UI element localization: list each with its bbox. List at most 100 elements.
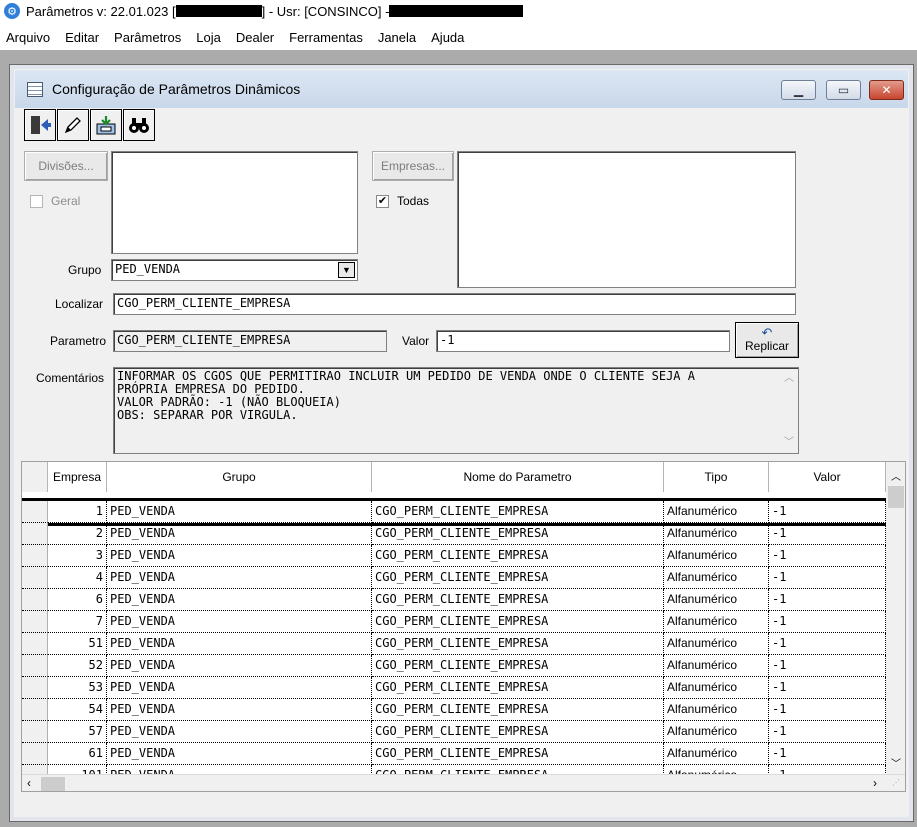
menu-dealer[interactable]: Dealer — [236, 29, 274, 46]
scroll-down-arrow-icon[interactable]: ﹀ — [891, 755, 901, 770]
cell-grupo[interactable]: PED_VENDA — [107, 567, 372, 589]
menu-parametros[interactable]: Parâmetros — [114, 29, 181, 46]
row-indicator[interactable] — [22, 655, 48, 677]
cell-empresa[interactable]: 3 — [48, 545, 107, 567]
cell-grupo[interactable]: PED_VENDA — [107, 523, 372, 545]
col-header-nome[interactable]: Nome do Parametro — [372, 462, 664, 492]
cell-valor[interactable]: -1 — [769, 677, 886, 699]
cell-grupo[interactable]: PED_VENDA — [107, 655, 372, 677]
cell-empresa[interactable]: 57 — [48, 721, 107, 743]
cell-tipo[interactable]: Alfanumérico — [664, 567, 769, 589]
close-button[interactable]: ✕ — [869, 80, 904, 100]
cell-nome[interactable]: CGO_PERM_CLIENTE_EMPRESA — [372, 633, 664, 655]
cell-valor[interactable]: -1 — [769, 545, 886, 567]
table-row[interactable]: 52 PED_VENDA CGO_PERM_CLIENTE_EMPRESA Alfan… — [22, 655, 886, 677]
vertical-scrollbar[interactable]: ︿ ﹀ — [886, 462, 905, 774]
minimize-button[interactable]: ▁ — [781, 80, 816, 100]
horizontal-scroll-thumb[interactable] — [41, 777, 65, 791]
cell-grupo[interactable]: PED_VENDA — [107, 721, 372, 743]
cell-empresa[interactable]: 61 — [48, 743, 107, 765]
cell-empresa[interactable]: 54 — [48, 699, 107, 721]
edit-button[interactable] — [57, 109, 89, 141]
cell-valor[interactable]: -1 — [769, 633, 886, 655]
cell-nome[interactable]: CGO_PERM_CLIENTE_EMPRESA — [372, 545, 664, 567]
scroll-up-arrow-icon[interactable]: ︿ — [891, 468, 901, 483]
row-indicator[interactable] — [22, 677, 48, 699]
table-row[interactable]: 2 PED_VENDA CGO_PERM_CLIENTE_EMPRESA Alfanu… — [22, 523, 886, 545]
col-header-tipo[interactable]: Tipo — [664, 462, 769, 492]
cell-tipo[interactable]: Alfanumérico — [664, 633, 769, 655]
cell-valor[interactable]: -1 — [769, 655, 886, 677]
empresas-button[interactable]: Empresas... — [372, 151, 454, 181]
cell-nome[interactable]: CGO_PERM_CLIENTE_EMPRESA — [372, 501, 664, 523]
menu-ferramentas[interactable]: Ferramentas — [289, 29, 363, 46]
cell-nome[interactable]: CGO_PERM_CLIENTE_EMPRESA — [372, 567, 664, 589]
cell-tipo[interactable]: Alfanumérico — [664, 611, 769, 633]
row-indicator[interactable] — [22, 545, 48, 567]
comentarios-textarea[interactable]: INFORMAR OS CGOS QUE PERMITIRÃO INCLUIR … — [113, 367, 799, 454]
cell-nome[interactable]: CGO_PERM_CLIENTE_EMPRESA — [372, 721, 664, 743]
cell-valor[interactable]: -1 — [769, 721, 886, 743]
cell-valor[interactable]: -1 — [769, 743, 886, 765]
cell-tipo[interactable]: Alfanumérico — [664, 721, 769, 743]
menu-editar[interactable]: Editar — [65, 29, 99, 46]
cell-tipo[interactable]: Alfanumérico — [664, 589, 769, 611]
cell-empresa[interactable]: 6 — [48, 589, 107, 611]
table-row[interactable]: 3 PED_VENDA CGO_PERM_CLIENTE_EMPRESA Alfanu… — [22, 545, 886, 567]
cell-empresa[interactable]: 2 — [48, 523, 107, 545]
cell-grupo[interactable]: PED_VENDA — [107, 501, 372, 523]
resize-grip-icon[interactable]: ⋰ — [892, 778, 900, 787]
table-row[interactable]: 4 PED_VENDA CGO_PERM_CLIENTE_EMPRESA Alfanu… — [22, 567, 886, 589]
cell-valor[interactable]: -1 — [769, 523, 886, 545]
localizar-input[interactable]: CGO_PERM_CLIENTE_EMPRESA — [113, 293, 796, 315]
cell-nome[interactable]: CGO_PERM_CLIENTE_EMPRESA — [372, 743, 664, 765]
cell-tipo[interactable]: Alfanumérico — [664, 677, 769, 699]
col-header-empresa[interactable]: Empresa — [48, 462, 107, 492]
cell-empresa[interactable]: 52 — [48, 655, 107, 677]
grupo-select[interactable]: PED_VENDA ▼ — [111, 259, 358, 281]
row-indicator[interactable] — [22, 501, 48, 523]
table-row[interactable]: 51 PED_VENDA CGO_PERM_CLIENTE_EMPRESA Alfan… — [22, 633, 886, 655]
vertical-scroll-thumb[interactable] — [888, 486, 904, 508]
cell-tipo[interactable]: Alfanumérico — [664, 523, 769, 545]
table-row[interactable]: 7 PED_VENDA CGO_PERM_CLIENTE_EMPRESA Alfanu… — [22, 611, 886, 633]
cell-grupo[interactable]: PED_VENDA — [107, 699, 372, 721]
child-title-bar[interactable]: Configuração de Parâmetros Dinâmicos ▁ ▭… — [15, 70, 908, 108]
cell-valor[interactable]: -1 — [769, 699, 886, 721]
grupo-dropdown-button[interactable]: ▼ — [338, 262, 355, 278]
cell-tipo[interactable]: Alfanumérico — [664, 699, 769, 721]
cell-empresa[interactable]: 53 — [48, 677, 107, 699]
cell-valor[interactable]: -1 — [769, 501, 886, 523]
cell-grupo[interactable]: PED_VENDA — [107, 545, 372, 567]
table-row[interactable]: 57 PED_VENDA CGO_PERM_CLIENTE_EMPRESA Alfan… — [22, 721, 886, 743]
table-row[interactable]: 61 PED_VENDA CGO_PERM_CLIENTE_EMPRESA Alfan… — [22, 743, 886, 765]
todas-checkbox[interactable]: ✔ — [376, 195, 389, 208]
divisoes-button[interactable]: Divisões... — [24, 151, 108, 181]
cell-nome[interactable]: CGO_PERM_CLIENTE_EMPRESA — [372, 523, 664, 545]
save-button[interactable] — [90, 109, 122, 141]
empresas-list[interactable] — [457, 151, 796, 288]
row-indicator[interactable] — [22, 523, 48, 545]
table-row[interactable]: 6 PED_VENDA CGO_PERM_CLIENTE_EMPRESA Alfanu… — [22, 589, 886, 611]
exit-button[interactable] — [24, 109, 56, 141]
scroll-right-arrow-icon[interactable]: › — [873, 776, 877, 790]
cell-empresa[interactable]: 4 — [48, 567, 107, 589]
valor-input[interactable]: -1 — [436, 330, 730, 352]
cell-nome[interactable]: CGO_PERM_CLIENTE_EMPRESA — [372, 611, 664, 633]
col-header-valor[interactable]: Valor — [769, 462, 886, 492]
cell-grupo[interactable]: PED_VENDA — [107, 677, 372, 699]
table-row[interactable]: 53 PED_VENDA CGO_PERM_CLIENTE_EMPRESA Alfan… — [22, 677, 886, 699]
geral-checkbox[interactable] — [30, 195, 43, 208]
cell-grupo[interactable]: PED_VENDA — [107, 611, 372, 633]
row-indicator[interactable] — [22, 633, 48, 655]
cell-tipo[interactable]: Alfanumérico — [664, 743, 769, 765]
cell-empresa[interactable]: 51 — [48, 633, 107, 655]
menu-arquivo[interactable]: Arquivo — [6, 29, 50, 46]
divisoes-list[interactable] — [111, 151, 358, 254]
cell-tipo[interactable]: Alfanumérico — [664, 545, 769, 567]
row-indicator[interactable] — [22, 567, 48, 589]
cell-nome[interactable]: CGO_PERM_CLIENTE_EMPRESA — [372, 655, 664, 677]
cell-empresa[interactable]: 7 — [48, 611, 107, 633]
cell-valor[interactable]: -1 — [769, 611, 886, 633]
cell-valor[interactable]: -1 — [769, 567, 886, 589]
